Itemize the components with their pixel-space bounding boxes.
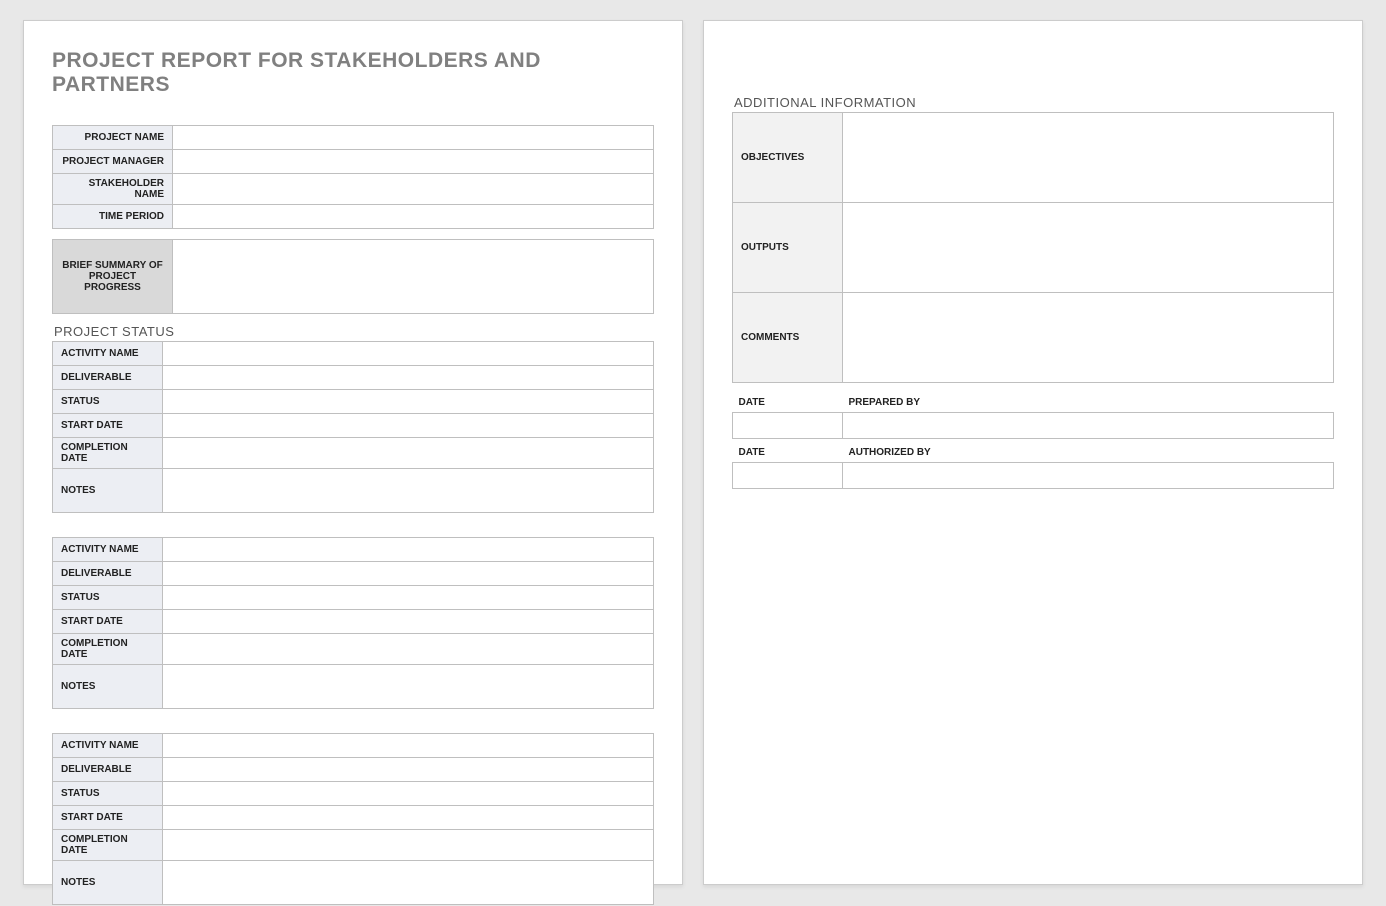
value-start-date-3[interactable] [163,806,654,830]
value-project-manager[interactable] [173,150,654,174]
label-status: STATUS [53,586,163,610]
label-project-manager: PROJECT MANAGER [53,150,173,174]
value-notes-2[interactable] [163,665,654,709]
value-objectives[interactable] [843,113,1334,203]
additional-info-table: OBJECTIVES OUTPUTS COMMENTS [732,112,1334,383]
label-date-authorized: DATE [733,443,843,463]
label-time-period: TIME PERIOD [53,205,173,229]
value-comments[interactable] [843,293,1334,383]
value-completion-date-3[interactable] [163,830,654,861]
value-completion-date-2[interactable] [163,634,654,665]
label-start-date: START DATE [53,610,163,634]
label-start-date: START DATE [53,414,163,438]
label-date-prepared: DATE [733,393,843,413]
label-deliverable: DELIVERABLE [53,366,163,390]
label-deliverable: DELIVERABLE [53,562,163,586]
label-project-name: PROJECT NAME [53,126,173,150]
value-start-date-2[interactable] [163,610,654,634]
value-start-date-1[interactable] [163,414,654,438]
value-activity-name-2[interactable] [163,538,654,562]
section-project-status: PROJECT STATUS [54,324,654,339]
value-brief-summary[interactable] [173,240,654,314]
page-right: ADDITIONAL INFORMATION OBJECTIVES OUTPUT… [703,20,1363,885]
value-activity-name-1[interactable] [163,342,654,366]
page-title: PROJECT REPORT FOR STAKEHOLDERS AND PART… [52,49,654,97]
label-status: STATUS [53,390,163,414]
label-deliverable: DELIVERABLE [53,758,163,782]
value-authorized-by[interactable] [843,463,1334,489]
label-authorized-by: AUTHORIZED BY [843,443,1334,463]
activity-block-3: ACTIVITY NAME DELIVERABLE STATUS START D… [52,733,654,905]
value-status-2[interactable] [163,586,654,610]
label-completion-date: COMPLETION DATE [53,830,163,861]
label-outputs: OUTPUTS [733,203,843,293]
value-completion-date-1[interactable] [163,438,654,469]
summary-table: BRIEF SUMMARY OF PROJECT PROGRESS [52,239,654,314]
label-completion-date: COMPLETION DATE [53,634,163,665]
value-time-period[interactable] [173,205,654,229]
label-activity-name: ACTIVITY NAME [53,734,163,758]
section-additional-info: ADDITIONAL INFORMATION [734,95,1334,110]
value-date-prepared[interactable] [733,413,843,439]
header-table: PROJECT NAME PROJECT MANAGER STAKEHOLDER… [52,125,654,229]
value-project-name[interactable] [173,126,654,150]
value-stakeholder-name[interactable] [173,174,654,205]
label-start-date: START DATE [53,806,163,830]
activity-block-2: ACTIVITY NAME DELIVERABLE STATUS START D… [52,537,654,709]
value-outputs[interactable] [843,203,1334,293]
value-status-1[interactable] [163,390,654,414]
activity-block-1: ACTIVITY NAME DELIVERABLE STATUS START D… [52,341,654,513]
value-date-authorized[interactable] [733,463,843,489]
prepared-by-table: DATE PREPARED BY [732,393,1334,439]
label-brief-summary: BRIEF SUMMARY OF PROJECT PROGRESS [53,240,173,314]
label-comments: COMMENTS [733,293,843,383]
label-notes: NOTES [53,861,163,905]
label-activity-name: ACTIVITY NAME [53,538,163,562]
label-stakeholder-name: STAKEHOLDER NAME [53,174,173,205]
value-prepared-by[interactable] [843,413,1334,439]
page-left: PROJECT REPORT FOR STAKEHOLDERS AND PART… [23,20,683,885]
label-completion-date: COMPLETION DATE [53,438,163,469]
authorized-by-table: DATE AUTHORIZED BY [732,443,1334,489]
value-status-3[interactable] [163,782,654,806]
value-deliverable-2[interactable] [163,562,654,586]
label-prepared-by: PREPARED BY [843,393,1334,413]
value-activity-name-3[interactable] [163,734,654,758]
label-notes: NOTES [53,665,163,709]
label-notes: NOTES [53,469,163,513]
label-activity-name: ACTIVITY NAME [53,342,163,366]
value-deliverable-3[interactable] [163,758,654,782]
value-notes-1[interactable] [163,469,654,513]
label-objectives: OBJECTIVES [733,113,843,203]
label-status: STATUS [53,782,163,806]
value-deliverable-1[interactable] [163,366,654,390]
value-notes-3[interactable] [163,861,654,905]
